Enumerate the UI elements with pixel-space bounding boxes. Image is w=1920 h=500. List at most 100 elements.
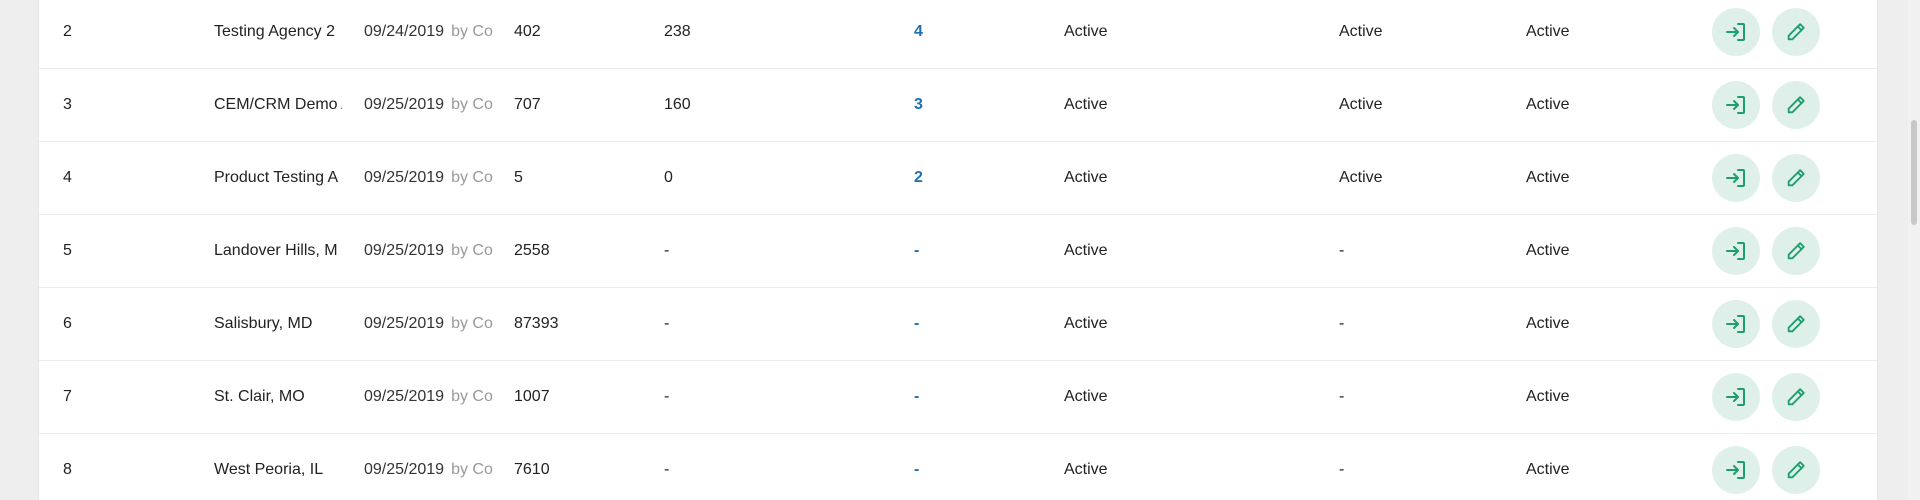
login-icon — [1724, 458, 1748, 482]
status-tertiary: Active — [1526, 242, 1570, 259]
agency-name: Landover Hills, M — [214, 242, 338, 259]
login-icon — [1724, 312, 1748, 336]
status-primary: Active — [1064, 315, 1108, 332]
table-row: 4 Product Testing A 09/25/2019 by Co 5 0 2 Acti… — [39, 142, 1877, 215]
count-primary: 5 — [514, 169, 523, 186]
count-primary: 402 — [514, 23, 541, 40]
row-id: 7 — [63, 388, 72, 405]
agency-name: Salisbury, MD — [214, 315, 313, 332]
created-date: 09/25/2019 — [364, 242, 445, 259]
login-icon — [1724, 166, 1748, 190]
edit-button[interactable] — [1772, 373, 1820, 421]
status-secondary: Active — [1339, 96, 1383, 113]
table-row: 5 Landover Hills, M 09/25/2019 by Co 2558 - - A… — [39, 215, 1877, 288]
row-id: 8 — [63, 461, 72, 478]
edit-button[interactable] — [1772, 227, 1820, 275]
status-tertiary: Active — [1526, 461, 1570, 478]
scrollbar-thumb[interactable] — [1911, 120, 1917, 225]
edit-button[interactable] — [1772, 81, 1820, 129]
count-primary: 2558 — [514, 242, 550, 259]
count-link[interactable]: 2 — [914, 142, 974, 214]
status-primary: Active — [1064, 461, 1108, 478]
created-by: by Co — [451, 315, 493, 332]
count-secondary: 160 — [664, 96, 691, 113]
status-secondary: Active — [1339, 23, 1383, 40]
edit-button[interactable] — [1772, 8, 1820, 56]
count-secondary: - — [664, 242, 670, 259]
pencil-icon — [1785, 94, 1807, 116]
created-cell: 09/24/2019 by Co — [364, 0, 494, 68]
created-cell: 09/25/2019 by Co — [364, 215, 494, 287]
count-secondary: - — [664, 388, 670, 405]
status-primary: Active — [1064, 388, 1108, 405]
login-icon — [1724, 239, 1748, 263]
table-row: 3 CEM/CRM Demo A 09/25/2019 by Co 707 160 3 Act… — [39, 69, 1877, 142]
agency-table: 2 Testing Agency 2 09/24/2019 by Co 402 238 4 A… — [38, 0, 1878, 500]
status-tertiary: Active — [1526, 23, 1570, 40]
row-actions — [1712, 215, 1842, 287]
login-button[interactable] — [1712, 8, 1760, 56]
login-icon — [1724, 93, 1748, 117]
count-link[interactable]: - — [914, 288, 974, 360]
login-button[interactable] — [1712, 227, 1760, 275]
count-link[interactable]: 4 — [914, 0, 974, 68]
status-primary: Active — [1064, 242, 1108, 259]
created-by: by Co — [451, 388, 493, 405]
row-actions — [1712, 142, 1842, 214]
edit-button[interactable] — [1772, 300, 1820, 348]
status-primary: Active — [1064, 169, 1108, 186]
row-id: 2 — [63, 23, 72, 40]
edit-button[interactable] — [1772, 446, 1820, 494]
status-primary: Active — [1064, 23, 1108, 40]
count-link[interactable]: 3 — [914, 69, 974, 141]
count-primary: 707 — [514, 96, 541, 113]
table-row: 6 Salisbury, MD 09/25/2019 by Co 87393 - - Acti… — [39, 288, 1877, 361]
created-by: by Co — [451, 461, 493, 478]
status-tertiary: Active — [1526, 96, 1570, 113]
created-date: 09/25/2019 — [364, 169, 445, 186]
agency-name: St. Clair, MO — [214, 388, 305, 405]
login-icon — [1724, 385, 1748, 409]
edit-button[interactable] — [1772, 154, 1820, 202]
count-secondary: 238 — [664, 23, 691, 40]
count-link[interactable]: - — [914, 215, 974, 287]
created-by: by Co — [451, 242, 493, 259]
table-row: 7 St. Clair, MO 09/25/2019 by Co 1007 - - Activ… — [39, 361, 1877, 434]
table-row: 2 Testing Agency 2 09/24/2019 by Co 402 238 4 A… — [39, 0, 1877, 69]
table-row: 8 West Peoria, IL 09/25/2019 by Co 7610 - - Act… — [39, 434, 1877, 500]
agency-name: Product Testing A — [214, 169, 339, 186]
row-id: 6 — [63, 315, 72, 332]
page: 2 Testing Agency 2 09/24/2019 by Co 402 238 4 A… — [0, 0, 1920, 500]
pencil-icon — [1785, 386, 1807, 408]
login-button[interactable] — [1712, 373, 1760, 421]
created-cell: 09/25/2019 by Co — [364, 434, 494, 500]
row-id: 3 — [63, 96, 72, 113]
login-button[interactable] — [1712, 300, 1760, 348]
count-link[interactable]: - — [914, 434, 974, 500]
count-secondary: - — [664, 315, 670, 332]
count-link[interactable]: - — [914, 361, 974, 433]
pencil-icon — [1785, 459, 1807, 481]
pencil-icon — [1785, 240, 1807, 262]
login-button[interactable] — [1712, 154, 1760, 202]
row-actions — [1712, 69, 1842, 141]
status-secondary: Active — [1339, 169, 1383, 186]
status-secondary: - — [1339, 315, 1345, 332]
created-cell: 09/25/2019 by Co — [364, 142, 494, 214]
status-secondary: - — [1339, 461, 1345, 478]
created-date: 09/25/2019 — [364, 315, 445, 332]
created-date: 09/25/2019 — [364, 96, 445, 113]
login-button[interactable] — [1712, 81, 1760, 129]
login-button[interactable] — [1712, 446, 1760, 494]
row-actions — [1712, 288, 1842, 360]
created-date: 09/25/2019 — [364, 388, 445, 405]
scrollbar[interactable] — [1908, 0, 1920, 500]
agency-name: CEM/CRM Demo A — [214, 96, 342, 113]
pencil-icon — [1785, 313, 1807, 335]
status-tertiary: Active — [1526, 388, 1570, 405]
created-date: 09/24/2019 — [364, 23, 445, 40]
count-primary: 1007 — [514, 388, 550, 405]
created-cell: 09/25/2019 by Co — [364, 361, 494, 433]
status-tertiary: Active — [1526, 315, 1570, 332]
status-primary: Active — [1064, 96, 1108, 113]
